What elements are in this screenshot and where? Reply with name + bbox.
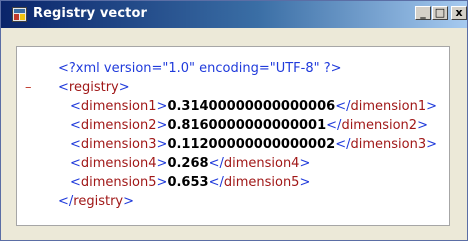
collapse-toggle[interactable]: – (25, 78, 32, 97)
entry-value: 0.31400000000000006 (167, 99, 336, 114)
open-tag: dimension2 (80, 118, 157, 133)
maximize-button[interactable]: □ (432, 6, 448, 20)
xml-declaration-line: <?xml version="1.0" encoding="UTF-8" ?> (17, 59, 449, 78)
entry-value: 0.653 (167, 175, 209, 190)
registry-open-line: – <registry> (25, 78, 130, 97)
xml-tree: <?xml version="1.0" encoding="UTF-8" ?> … (17, 59, 449, 211)
window-body: <?xml version="1.0" encoding="UTF-8" ?> … (4, 28, 464, 239)
xml-declaration: <?xml version="1.0" encoding="UTF-8" ?> (58, 61, 342, 76)
app-window-icon (12, 7, 27, 22)
window-title: Registry vector (33, 6, 148, 21)
close-tag: dimension1 (350, 99, 427, 114)
close-tag: dimension4 (223, 156, 300, 171)
entry-value: 0.268 (167, 156, 209, 171)
xml-entry: <dimension2>0.8160000000000001</dimensio… (70, 118, 428, 133)
registry-close-line: </registry> (58, 194, 135, 209)
open-tag: dimension1 (80, 99, 157, 114)
open-tag: dimension3 (80, 137, 157, 152)
xml-entry: <dimension1>0.31400000000000006</dimensi… (70, 99, 438, 114)
close-tag: dimension5 (223, 175, 300, 190)
root-close-tag: registry (73, 194, 124, 209)
xml-entry: <dimension4>0.268</dimension4> (70, 156, 311, 171)
entry-value: 0.11200000000000002 (167, 137, 336, 152)
title-bar[interactable]: Registry vector _ □ x (1, 1, 467, 28)
registry-vector-window: Registry vector _ □ x <?xml version="1.0… (0, 0, 468, 241)
xml-viewer: <?xml version="1.0" encoding="UTF-8" ?> … (16, 46, 450, 226)
close-tag: dimension2 (341, 118, 418, 133)
open-tag: dimension5 (80, 175, 157, 190)
close-button[interactable]: x (451, 6, 467, 20)
xml-entry: <dimension5>0.653</dimension5> (70, 175, 311, 190)
root-open-tag: registry (68, 80, 119, 95)
close-tag: dimension3 (350, 137, 427, 152)
minimize-button[interactable]: _ (415, 6, 431, 20)
open-tag: dimension4 (80, 156, 157, 171)
xml-entry: <dimension3>0.11200000000000002</dimensi… (70, 137, 438, 152)
entry-value: 0.8160000000000001 (167, 118, 327, 133)
